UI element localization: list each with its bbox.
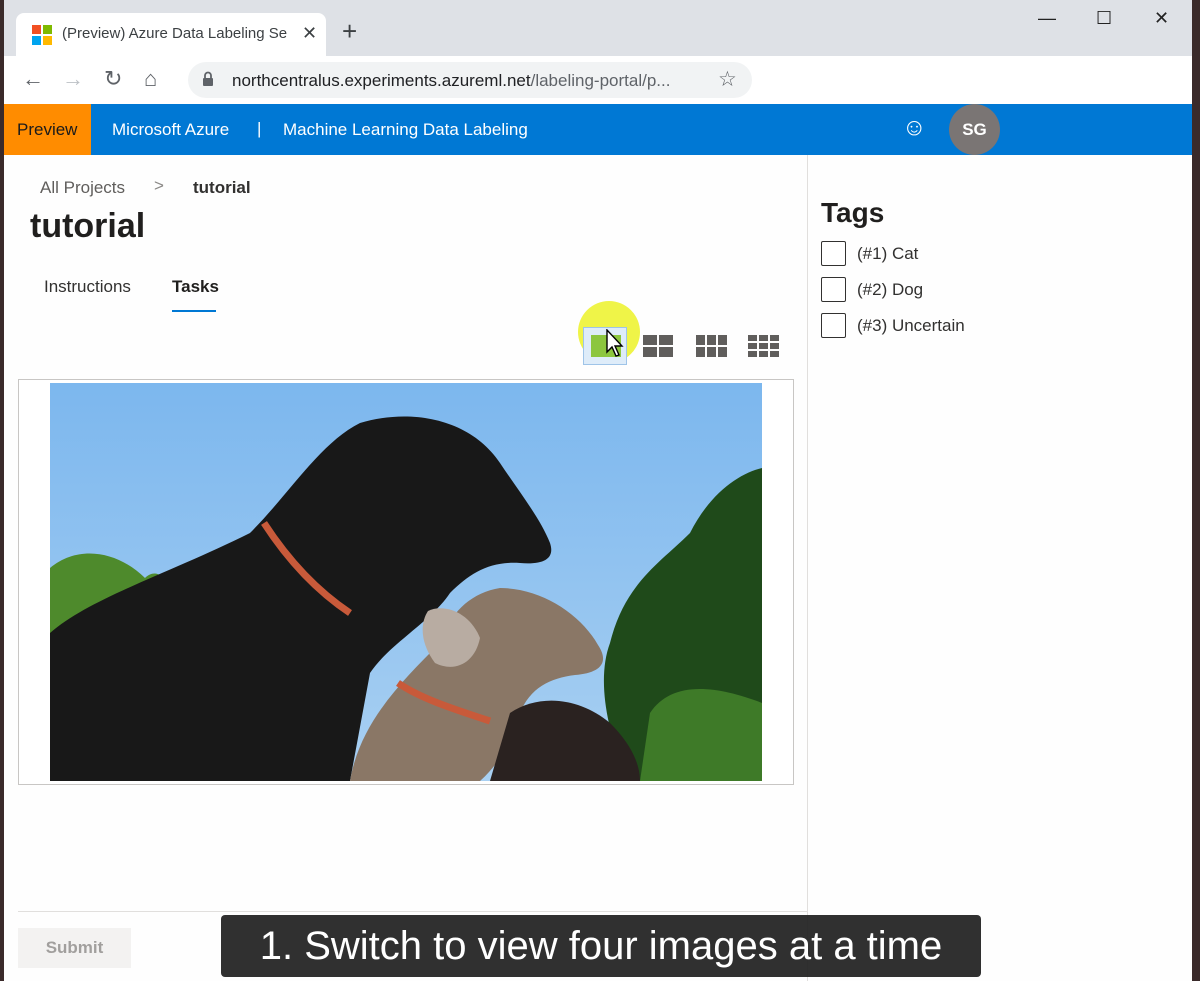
tag-checkbox[interactable] (821, 277, 846, 302)
url-path: /labeling-portal/p... (530, 71, 671, 90)
tag-label: (#1) Cat (857, 244, 919, 263)
browser-tab[interactable]: (Preview) Azure Data Labeling Se ✕ (16, 13, 326, 56)
submit-button[interactable]: Submit (18, 928, 131, 968)
tags-panel: Tags (#1) Cat (#2) Dog (#3) Uncertain (807, 155, 1192, 981)
new-tab-button[interactable]: + (342, 18, 357, 44)
app-header: Preview Microsoft Azure | Machine Learni… (4, 104, 1192, 155)
tag-label: (#2) Dog (857, 280, 924, 299)
preview-badge: Preview (4, 104, 91, 155)
dog-photo[interactable] (50, 383, 762, 781)
view-6-images-button[interactable] (690, 327, 734, 365)
url-host: northcentralus.experiments.azureml.net (232, 71, 531, 90)
microsoft-logo-icon (32, 25, 52, 45)
brand-link[interactable]: Microsoft Azure (112, 120, 229, 140)
grid-9-icon (748, 335, 779, 357)
close-window-button[interactable]: ✕ (1154, 8, 1169, 29)
grid-6-icon (696, 335, 727, 357)
image-frame (18, 379, 794, 785)
view-4-images-button[interactable] (637, 327, 681, 365)
reload-icon[interactable]: ↻ (104, 66, 122, 92)
maximize-button[interactable]: ☐ (1096, 8, 1112, 29)
page-title: tutorial (30, 207, 146, 245)
tag-checkbox[interactable] (821, 313, 846, 338)
user-avatar[interactable]: SG (949, 104, 1000, 155)
tags-title: Tags (821, 197, 885, 228)
address-bar[interactable]: northcentralus.experiments.azureml.net/l… (188, 62, 752, 98)
breadcrumb-all-projects[interactable]: All Projects (40, 178, 125, 198)
close-tab-icon[interactable]: ✕ (302, 23, 317, 44)
browser-toolbar: ← → ↻ ⌂ northcentralus.experiments.azure… (4, 56, 1192, 104)
lock-icon[interactable] (202, 71, 214, 87)
home-icon[interactable]: ⌂ (144, 66, 157, 92)
bookmark-star-icon[interactable]: ☆ (718, 67, 737, 92)
breadcrumb-current: tutorial (193, 178, 251, 197)
tab-instructions[interactable]: Instructions (44, 277, 131, 297)
main-content: All Projects > tutorial tutorial Instruc… (4, 155, 807, 981)
minimize-button[interactable]: — (1038, 8, 1056, 29)
tag-checkbox[interactable] (821, 241, 846, 266)
view-9-images-button[interactable] (742, 327, 786, 365)
url-text: northcentralus.experiments.azureml.net/l… (232, 71, 702, 91)
header-separator: | (257, 119, 262, 138)
footer-divider (18, 911, 807, 912)
tab-strip: (Preview) Azure Data Labeling Se ✕ + — ☐… (4, 0, 1192, 56)
feedback-smiley-icon[interactable]: ☺ (902, 114, 927, 142)
tag-label: (#3) Uncertain (857, 316, 965, 335)
forward-icon[interactable]: → (62, 66, 84, 92)
breadcrumb-chevron-icon: > (154, 176, 164, 195)
back-icon[interactable]: ← (22, 66, 44, 92)
active-tab-indicator (172, 310, 216, 312)
tutorial-caption: 1. Switch to view four images at a time (221, 915, 981, 977)
mouse-cursor-icon (606, 329, 624, 357)
browser-window: (Preview) Azure Data Labeling Se ✕ + — ☐… (4, 0, 1192, 981)
grid-4-icon (643, 335, 673, 357)
tab-tasks[interactable]: Tasks (172, 277, 219, 297)
tab-title: (Preview) Azure Data Labeling Se (62, 25, 288, 42)
product-link[interactable]: Machine Learning Data Labeling (283, 120, 528, 140)
